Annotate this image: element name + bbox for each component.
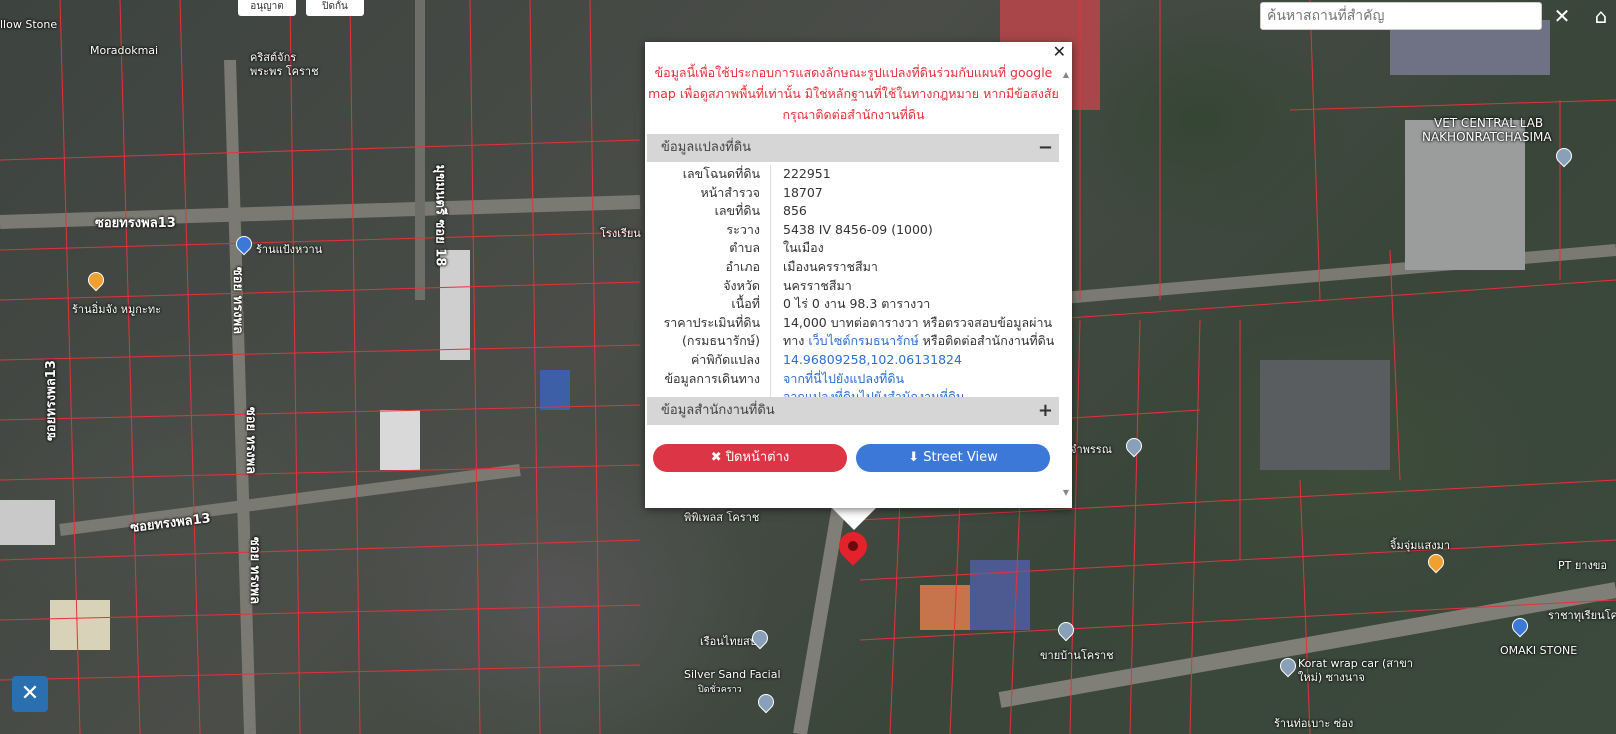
- price-value-suffix: หรือติดต่อสำนักงานที่ดิน: [918, 333, 1055, 349]
- parcel-info-header[interactable]: ข้อมูลแปลงที่ดิน −: [647, 134, 1059, 162]
- info-value: 18707: [783, 184, 823, 200]
- directions-to-parcel-link[interactable]: จากที่นี่ไปยังแปลงที่ดิน: [783, 371, 904, 386]
- info-key: ตำบล: [647, 239, 771, 258]
- road-label: ซอย ทรงพล: [247, 536, 263, 605]
- close-icon[interactable]: ✕: [1548, 2, 1576, 30]
- map-label[interactable]: พิพิเพลส โคราช: [684, 508, 759, 526]
- info-row: เลขโฉนดที่ดิน 222951: [647, 165, 1059, 184]
- info-key: ราคาประเมินที่ดิน (กรมธนารักษ์): [647, 313, 771, 351]
- price-key-sub: (กรมธนารักษ์): [682, 333, 760, 349]
- info-value: ในเมือง: [783, 240, 824, 256]
- scroll-down-icon[interactable]: ▼: [1063, 488, 1069, 497]
- map-label[interactable]: NAKHONRATCHASIMA: [1422, 130, 1552, 144]
- parcel-info-table: เลขโฉนดที่ดิน 222951 หน้าสำรวจ 18707 เลขที…: [647, 165, 1059, 407]
- price-value: 14,000 บาทต่อตารางวา หรือตรวจสอบข้อมูลผ่…: [783, 314, 1053, 330]
- disclaimer-text: ข้อมูลนี้เพื่อใช้ประกอบการแสดงลักษณะรูปแ…: [648, 65, 1059, 122]
- info-key: จังหวัด: [647, 276, 771, 296]
- info-value: 856: [783, 203, 807, 219]
- info-row: ตำบล ในเมือง: [647, 239, 1059, 258]
- coordinate-link[interactable]: 14.96809258,102.06131824: [771, 351, 962, 370]
- price-key: ราคาประเมินที่ดิน: [663, 314, 760, 330]
- info-row: ระวาง 5438 IV 8456-09 (1000): [647, 220, 1059, 240]
- popup-tail: [830, 506, 878, 530]
- info-key: เลขโฉนดที่ดิน: [647, 165, 771, 184]
- info-key: เนื้อที่: [647, 295, 771, 314]
- office-info-title: ข้อมูลสำนักงานที่ดิน: [661, 403, 775, 418]
- map-label[interactable]: โรงเรียน: [600, 224, 641, 242]
- map-label[interactable]: จิ้มจุ่มแสงมา: [1390, 536, 1450, 554]
- map-label[interactable]: PT ยางขอ: [1558, 556, 1607, 574]
- info-value: 5438 IV 8456-09 (1000): [783, 221, 933, 237]
- road-label: มุขมนตรี ซอย 18: [432, 164, 448, 267]
- block-button[interactable]: ปิดกั้น: [306, 0, 364, 16]
- info-key: ระวาง: [647, 220, 771, 240]
- street-view-button[interactable]: ⬇ Street View: [856, 444, 1050, 472]
- collapse-icon[interactable]: −: [1038, 134, 1053, 162]
- expand-icon[interactable]: +: [1038, 397, 1053, 425]
- map-label[interactable]: ใหม่) ซางนาจ: [1298, 668, 1365, 686]
- map-label[interactable]: ร้านอิ่มจัง หมูกะทะ: [72, 300, 161, 318]
- map-label[interactable]: ราชาทุเรียนโค: [1548, 606, 1616, 624]
- tools-icon[interactable]: ✕: [12, 676, 48, 712]
- allow-button[interactable]: อนุญาต: [238, 0, 296, 16]
- info-value: 222951: [783, 166, 831, 181]
- map-label[interactable]: VET CENTRAL LAB: [1434, 116, 1543, 130]
- info-value: 14,000 บาทต่อตารางวา หรือตรวจสอบข้อมูลผ่…: [771, 314, 1054, 351]
- travel-key: ข้อมูลการเดินทาง: [664, 370, 760, 386]
- map-label[interactable]: Silver Sand Facial: [684, 668, 781, 681]
- info-row: เนื้อที่ 0 ไร่ 0 งาน 98.3 ตารางวา: [647, 295, 1059, 314]
- road-label: ซอยทรงพล13: [43, 360, 59, 441]
- map-label[interactable]: OMAKI STONE: [1500, 644, 1577, 657]
- coord-row: ค่าพิกัดแปลง 14.96809258,102.06131824: [647, 350, 1059, 370]
- home-icon[interactable]: ⌂: [1586, 2, 1616, 30]
- info-key: อำเภอ: [647, 257, 771, 277]
- road-label: ซอย ทรงพล: [230, 266, 246, 335]
- parcel-info-title: ข้อมูลแปลงที่ดิน: [661, 140, 752, 155]
- info-value: เมืองนครราชสีมา: [783, 258, 878, 274]
- info-key: ค่าพิกัดแปลง: [647, 350, 771, 370]
- info-row: หน้าสำรวจ 18707: [647, 183, 1059, 203]
- close-window-button[interactable]: ✖ ปิดหน้าต่าง: [653, 444, 847, 472]
- map-label[interactable]: ร้านท่อเบาะ ซ่อง: [1274, 714, 1353, 732]
- info-row: จังหวัด นครราชสีมา: [647, 276, 1059, 296]
- info-key: เลขที่ดิน: [647, 202, 771, 221]
- search-input[interactable]: [1260, 2, 1542, 30]
- price-value-prefix: ทาง: [783, 333, 809, 349]
- road-label: ซอยทรงพล13: [95, 216, 176, 231]
- scroll-up-icon[interactable]: ▲: [1063, 70, 1069, 79]
- map-label[interactable]: ร้านแป้งหวาน: [256, 240, 322, 258]
- map-label[interactable]: พระพร โคราช: [250, 62, 319, 80]
- info-value: 0 ไร่ 0 งาน 98.3 ตารางวา: [783, 296, 931, 312]
- info-key: หน้าสำรวจ: [647, 183, 771, 203]
- info-row: เลขที่ดิน 856: [647, 202, 1059, 221]
- map-label[interactable]: Moradokmai: [90, 44, 158, 57]
- treasury-website-link[interactable]: เว็บไซต์กรมธนารักษ์: [808, 333, 918, 348]
- map-marker-dot: [848, 541, 858, 551]
- map-label[interactable]: ขายบ้านโคราช: [1040, 646, 1114, 664]
- map-label[interactable]: ปิดชั่วคราว: [698, 682, 742, 696]
- land-info-popup: ✕ ▲ ข้อมูลนี้เพื่อใช้ประกอบการแสดงลักษณะ…: [645, 42, 1072, 508]
- map-label[interactable]: จำพรรณ: [1070, 440, 1112, 458]
- office-info-header[interactable]: ข้อมูลสำนักงานที่ดิน +: [647, 397, 1059, 425]
- info-row: อำเภอ เมืองนครราชสีมา: [647, 257, 1059, 277]
- road-label: ซอย ทรงพล: [243, 406, 259, 475]
- price-row: ราคาประเมินที่ดิน (กรมธนารักษ์) 14,000 บา…: [647, 313, 1059, 351]
- info-value: นครราชสีมา: [783, 277, 852, 293]
- popup-close-icon[interactable]: ✕: [1053, 42, 1066, 61]
- map-label[interactable]: llow Stone: [0, 18, 57, 31]
